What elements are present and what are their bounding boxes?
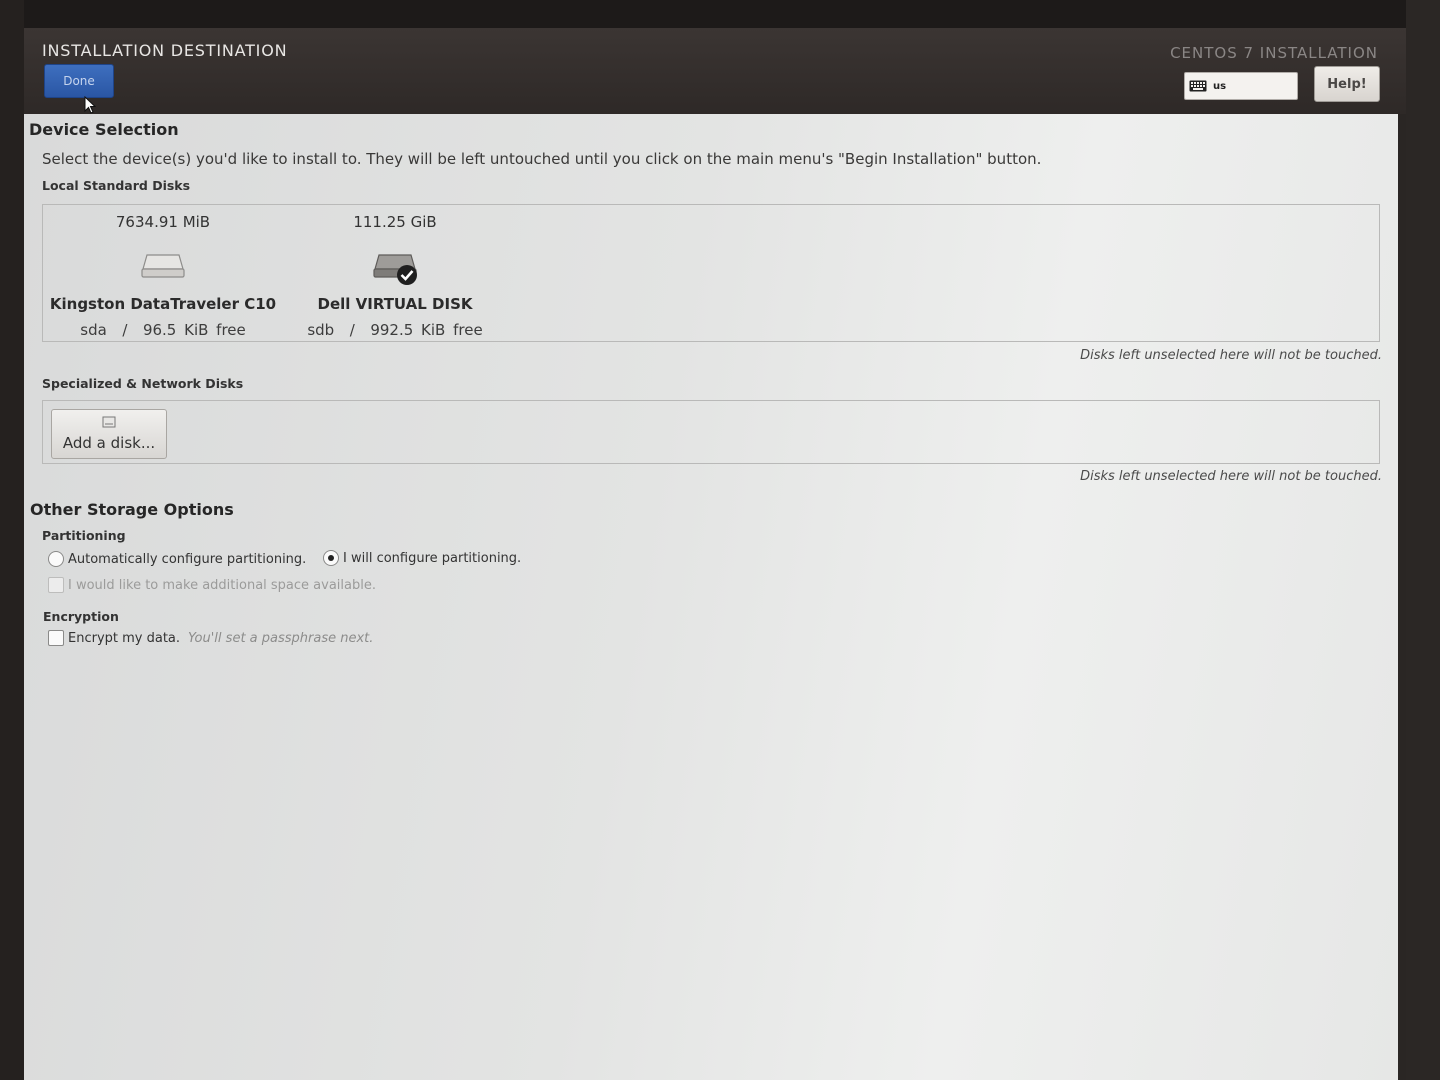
encryption-label: Encryption [43, 609, 119, 624]
disk-separator: / [122, 321, 128, 339]
keyboard-layout-label: us [1213, 80, 1227, 92]
disk-item-sda[interactable]: 7634.91 MiB Kingston DataTraveler C10 sd… [43, 205, 283, 339]
disk-name: Kingston DataTraveler C10 [49, 295, 277, 313]
header-bar: INSTALLATION DESTINATION Done CENTOS 7 I… [24, 28, 1406, 114]
manual-partitioning-radio[interactable] [323, 550, 339, 566]
keyboard-layout-indicator[interactable]: us [1184, 72, 1298, 100]
manual-partitioning-label: I will configure partitioning. [343, 550, 522, 566]
encrypt-checkbox[interactable] [48, 630, 64, 646]
network-disks-panel: Add a disk... [42, 400, 1380, 464]
monitor-bezel-top [0, 0, 1440, 28]
additional-space-option: I would like to make additional space av… [48, 577, 376, 593]
disk-item-sdb[interactable]: 111.25 GiB Dell VIRTUAL DISK sdb / 992.5… [275, 205, 515, 339]
partitioning-label: Partitioning [42, 528, 126, 543]
device-selection-heading: Device Selection [29, 120, 179, 139]
disk-meta: sdb / 992.5 KiB free [275, 321, 515, 339]
auto-partitioning-radio[interactable] [48, 551, 64, 567]
keyboard-icon [1189, 80, 1207, 92]
disk-icon [141, 254, 185, 278]
disk-size: 111.25 GiB [353, 213, 437, 231]
encrypt-label: Encrypt my data. [68, 630, 181, 646]
disk-separator: / [349, 321, 355, 339]
product-brand: CENTOS 7 INSTALLATION [1170, 44, 1378, 62]
encrypt-hint: You'll set a passphrase next. [188, 630, 374, 646]
network-disks-label: Specialized & Network Disks [42, 376, 244, 391]
disk-meta: sda / 96.5 KiB free [43, 321, 283, 339]
done-button[interactable]: Done [44, 64, 114, 98]
add-disk-button[interactable]: Add a disk... [51, 409, 167, 459]
network-disks-note: Disks left unselected here will not be t… [1080, 469, 1382, 484]
main-content: Device Selection Select the device(s) yo… [24, 114, 1398, 1080]
disk-size: 7634.91 MiB [115, 213, 211, 231]
monitor-bezel-right [1406, 0, 1440, 1080]
monitor-bezel-left [0, 0, 24, 1080]
disk-free: 992.5 KiB free [370, 321, 483, 339]
add-disk-label: Add a disk... [62, 434, 156, 452]
disk-free: 96.5 KiB free [142, 321, 246, 339]
help-button[interactable]: Help! [1314, 66, 1380, 102]
local-disks-panel: 7634.91 MiB Kingston DataTraveler C10 sd… [42, 204, 1380, 342]
local-disks-label: Local Standard Disks [42, 178, 191, 193]
additional-space-label: I would like to make additional space av… [68, 577, 376, 593]
auto-partitioning-option[interactable]: Automatically configure partitioning. [48, 551, 306, 567]
encrypt-option[interactable]: Encrypt my data. You'll set a passphrase… [48, 630, 373, 646]
page-title: INSTALLATION DESTINATION [42, 41, 288, 60]
other-storage-heading: Other Storage Options [30, 500, 234, 519]
mouse-cursor-icon [84, 96, 96, 114]
disk-name: Dell VIRTUAL DISK [317, 295, 473, 313]
disk-device: sdb [307, 321, 335, 339]
selected-check-icon [397, 265, 417, 285]
additional-space-checkbox [48, 577, 64, 593]
device-selection-description: Select the device(s) you'd like to insta… [42, 150, 1042, 168]
local-disks-note: Disks left unselected here will not be t… [1080, 348, 1382, 363]
disk-device: sda [80, 321, 107, 339]
disk-icon [373, 254, 417, 285]
auto-partitioning-label: Automatically configure partitioning. [68, 551, 307, 567]
manual-partitioning-option[interactable]: I will configure partitioning. [323, 550, 521, 566]
add-disk-icon [102, 416, 116, 428]
